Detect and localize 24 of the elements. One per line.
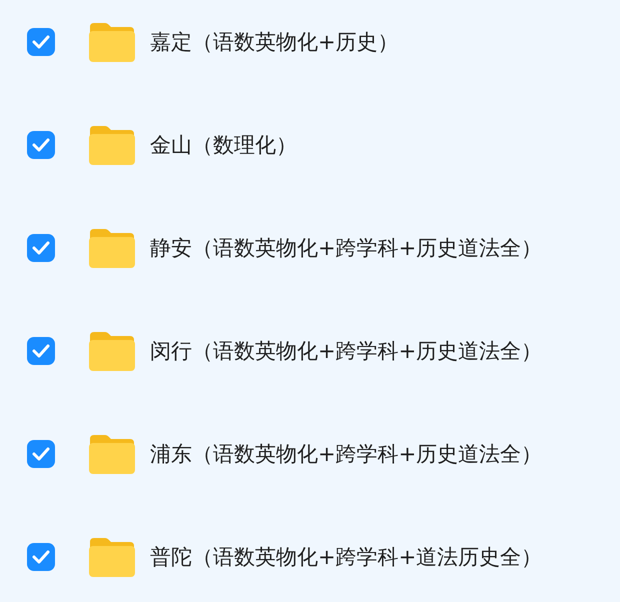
check-icon: [32, 138, 50, 152]
folder-name: 普陀（语数英物化+跨学科+道法历史全）: [150, 544, 542, 571]
folder-icon: [88, 21, 136, 63]
checkbox[interactable]: [27, 131, 55, 159]
check-icon: [32, 447, 50, 461]
folder-name: 嘉定（语数英物化+历史）: [150, 29, 399, 56]
folder-name: 金山（数理化）: [150, 132, 297, 159]
folder-name: 浦东（语数英物化+跨学科+历史道法全）: [150, 441, 542, 468]
check-icon: [32, 35, 50, 49]
check-icon: [32, 241, 50, 255]
check-icon: [32, 344, 50, 358]
folder-name: 闵行（语数英物化+跨学科+历史道法全）: [150, 338, 542, 365]
folder-icon: [88, 227, 136, 269]
folder-icon: [88, 536, 136, 578]
folder-icon: [88, 124, 136, 166]
checkbox[interactable]: [27, 28, 55, 56]
folder-name: 静安（语数英物化+跨学科+历史道法全）: [150, 235, 542, 262]
check-icon: [32, 550, 50, 564]
checkbox[interactable]: [27, 440, 55, 468]
folder-icon: [88, 330, 136, 372]
checkbox[interactable]: [27, 337, 55, 365]
checkbox[interactable]: [27, 543, 55, 571]
checkbox[interactable]: [27, 234, 55, 262]
folder-icon: [88, 433, 136, 475]
